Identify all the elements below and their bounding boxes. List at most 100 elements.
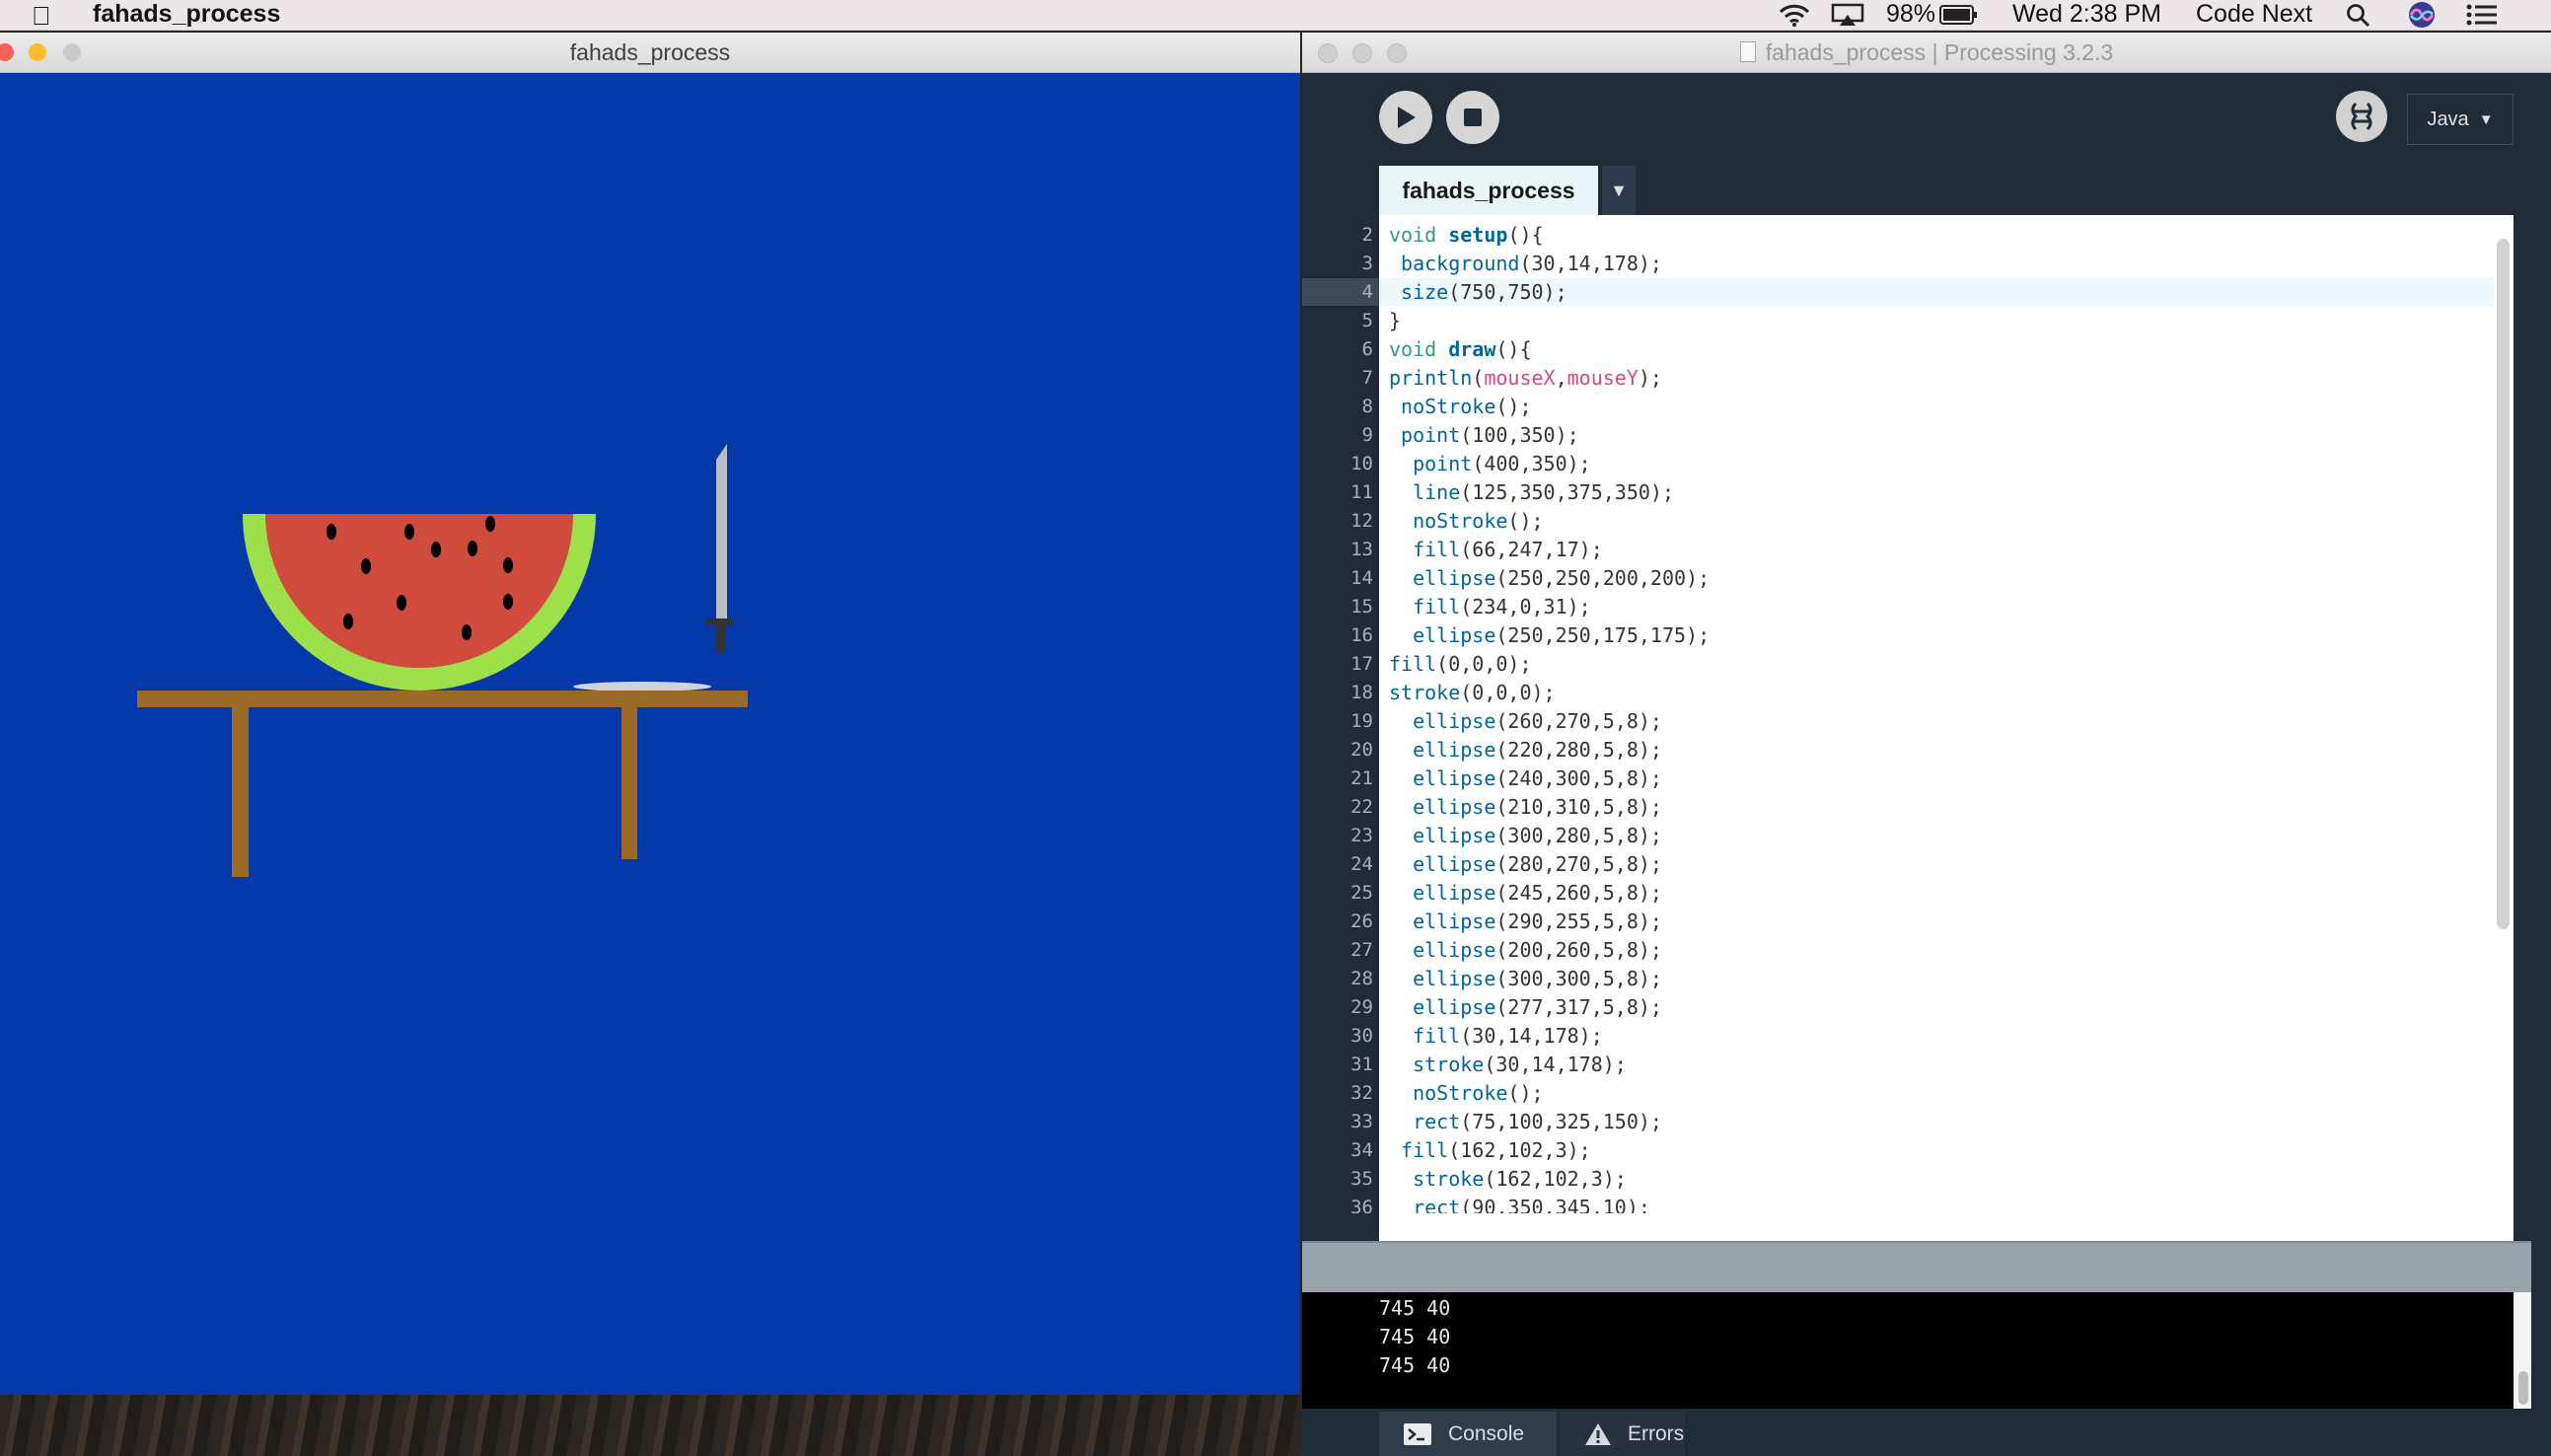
code-line[interactable]: size(750,750); — [1389, 278, 1567, 307]
ide-titlebar[interactable]: fahads_process | Processing 3.2.3 — [1302, 33, 2551, 73]
editor-horizontal-scrollbar[interactable] — [1379, 1213, 2514, 1241]
code-line[interactable]: println(mouseX,mouseY); — [1389, 364, 1662, 393]
code-editor[interactable]: void setup(){ background(30,14,178); siz… — [1379, 215, 2494, 1213]
canvas-background — [0, 73, 1300, 1395]
line-number: 16 — [1350, 624, 1373, 646]
code-line[interactable]: fill(30,14,178); — [1389, 1022, 1603, 1051]
tab-menu-button[interactable]: ▼ — [1602, 166, 1636, 215]
siri-icon[interactable] — [2407, 1, 2437, 29]
mode-label: Java — [2427, 108, 2469, 130]
line-number: 30 — [1350, 1025, 1373, 1047]
code-line[interactable]: rect(90,350,345,10); — [1389, 1194, 1650, 1213]
code-line[interactable]: ellipse(245,260,5,8); — [1389, 879, 1662, 908]
stop-icon — [1464, 109, 1482, 126]
code-line[interactable]: ellipse(260,270,5,8); — [1389, 707, 1662, 736]
code-line[interactable]: ellipse(250,250,175,175); — [1389, 621, 1710, 650]
seed — [361, 558, 371, 574]
seed — [431, 542, 441, 557]
document-icon — [1739, 41, 1756, 62]
battery-icon[interactable] — [1939, 4, 1979, 26]
sketch-canvas[interactable] — [0, 73, 1300, 1395]
line-number: 8 — [1361, 396, 1373, 417]
tab-console[interactable]: Console — [1379, 1412, 1557, 1456]
code-line[interactable]: fill(162,102,3); — [1389, 1136, 1591, 1165]
code-line[interactable]: ellipse(250,250,200,200); — [1389, 564, 1710, 593]
code-line[interactable]: ellipse(240,300,5,8); — [1389, 764, 1662, 793]
code-line[interactable]: noStroke(); — [1389, 393, 1531, 421]
line-number: 15 — [1350, 596, 1373, 618]
code-line[interactable]: stroke(0,0,0); — [1389, 679, 1556, 707]
code-line[interactable]: noStroke(); — [1389, 1079, 1543, 1108]
code-line[interactable]: stroke(162,102,3); — [1389, 1165, 1627, 1194]
line-number: 36 — [1350, 1197, 1373, 1213]
code-line[interactable]: ellipse(210,310,5,8); — [1389, 793, 1662, 822]
line-number: 29 — [1350, 996, 1373, 1018]
code-line[interactable]: point(100,350); — [1389, 421, 1579, 450]
code-line[interactable]: fill(66,247,17); — [1389, 536, 1603, 564]
code-line[interactable]: point(400,350); — [1389, 450, 1591, 478]
code-line[interactable]: void draw(){ — [1389, 335, 1532, 364]
search-icon[interactable] — [2346, 3, 2371, 29]
code-line[interactable]: ellipse(290,255,5,8); — [1389, 908, 1662, 936]
tab-fahads-process[interactable]: fahads_process — [1379, 166, 1598, 215]
console-scroll-thumb[interactable] — [2518, 1371, 2528, 1405]
editor-scroll-thumb[interactable] — [2497, 239, 2510, 929]
console-output[interactable]: 745 40 745 40 745 40 — [1302, 1292, 2514, 1409]
code-line[interactable]: background(30,14,178); — [1389, 250, 1662, 278]
line-number: 2 — [1361, 224, 1373, 246]
run-icon — [1398, 107, 1416, 128]
code-line[interactable]: stroke(30,14,178); — [1389, 1051, 1627, 1079]
code-line[interactable]: fill(0,0,0); — [1389, 650, 1532, 679]
apple-icon[interactable]:  — [32, 1, 51, 32]
line-number: 3 — [1361, 253, 1373, 274]
knife-blade — [716, 444, 727, 619]
wifi-icon[interactable] — [1778, 2, 1811, 28]
line-number-gutter: 2 3 4 5 6 7 8 9 10 11 12 13 14 15 16 17 18 19 20 21 22 23 24 25… — [1302, 215, 1379, 1213]
desktop-background — [0, 1395, 1302, 1456]
line-number: 5 — [1361, 310, 1373, 331]
line-number: 4 — [1361, 281, 1373, 303]
console-line: 745 40 — [1379, 1325, 1451, 1348]
console-line: 745 40 — [1379, 1353, 1451, 1377]
line-number: 14 — [1350, 567, 1373, 589]
code-line[interactable]: line(125,350,375,350); — [1389, 478, 1674, 507]
menubar-clock[interactable]: Wed 2:38 PM — [2012, 0, 2161, 29]
line-number: 25 — [1350, 882, 1373, 904]
code-line[interactable]: ellipse(220,280,5,8); — [1389, 736, 1662, 764]
code-line[interactable]: ellipse(277,317,5,8); — [1389, 993, 1662, 1022]
tab-errors[interactable]: Errors — [1561, 1412, 1685, 1456]
table-leg-left — [232, 707, 249, 877]
code-line[interactable]: ellipse(300,280,5,8); — [1389, 822, 1662, 850]
line-number: 31 — [1350, 1054, 1373, 1075]
line-number: 28 — [1350, 968, 1373, 989]
line-number: 11 — [1350, 481, 1373, 503]
sketch-titlebar[interactable]: fahads_process — [0, 33, 1300, 73]
battery-percent: 98% — [1886, 0, 1936, 28]
run-button[interactable] — [1379, 91, 1432, 144]
line-number: 20 — [1350, 739, 1373, 761]
ide-window-title: fahads_process | Processing 3.2.3 — [1302, 39, 2551, 66]
status-bar[interactable] — [1302, 1241, 2531, 1294]
airplay-icon[interactable] — [1831, 3, 1864, 27]
line-number: 13 — [1350, 539, 1373, 560]
console-line: 745 40 — [1379, 1296, 1451, 1320]
line-number: 12 — [1350, 510, 1373, 532]
code-line[interactable]: ellipse(280,270,5,8); — [1389, 850, 1662, 879]
chevron-down-icon: ▼ — [1610, 180, 1628, 200]
app-menu-name[interactable]: fahads_process — [93, 0, 280, 29]
list-icon[interactable] — [2466, 3, 2498, 27]
line-number: 9 — [1361, 424, 1373, 446]
code-line[interactable]: ellipse(300,300,5,8); — [1389, 965, 1662, 993]
code-line[interactable]: ellipse(200,260,5,8); — [1389, 936, 1662, 965]
code-line[interactable]: void setup(){ — [1389, 221, 1544, 250]
menubar-user[interactable]: Code Next — [2196, 0, 2312, 29]
code-line[interactable]: } — [1389, 307, 1401, 335]
code-line[interactable]: rect(75,100,325,150); — [1389, 1108, 1662, 1136]
line-number: 21 — [1350, 767, 1373, 789]
code-line[interactable]: noStroke(); — [1389, 507, 1543, 536]
seed — [462, 624, 472, 640]
mode-select[interactable]: Java ▼ — [2407, 94, 2514, 145]
debug-mode-button[interactable] — [2336, 91, 2387, 142]
stop-button[interactable] — [1446, 91, 1499, 144]
code-line[interactable]: fill(234,0,31); — [1389, 593, 1591, 621]
